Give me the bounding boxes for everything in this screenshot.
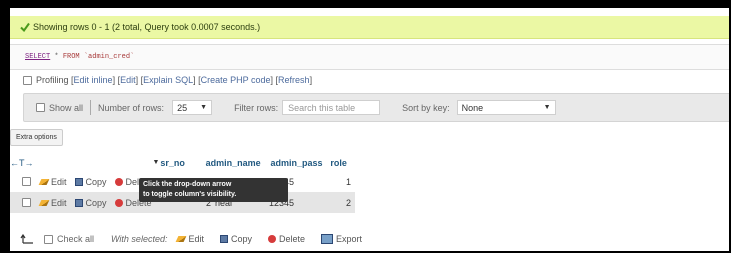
copy-icon (74, 198, 83, 207)
delete-icon (114, 198, 123, 207)
export-icon (321, 234, 334, 244)
delete-icon (114, 177, 123, 186)
column-toggle-icon[interactable]: ▼ (153, 159, 161, 166)
sql-query: SELECT * FROM `admin_cred` (25, 53, 135, 61)
column-header-sr-no[interactable]: sr_no (160, 158, 205, 168)
refresh-link[interactable]: Refresh (278, 75, 310, 85)
sort-label: Sort by key: (402, 102, 450, 113)
show-all-checkbox[interactable] (36, 103, 45, 112)
edit-button[interactable]: Edit (38, 198, 67, 208)
edit-button[interactable]: Edit (38, 177, 67, 187)
profiling-label: Profiling (36, 75, 69, 85)
arrow-up-icon (20, 234, 33, 244)
bulk-edit-button[interactable]: Edit (176, 234, 204, 244)
copy-button[interactable]: Copy (74, 198, 107, 208)
cell-role: 1 (345, 176, 351, 187)
sql-keyword-select[interactable]: SELECT (25, 53, 50, 61)
copy-icon (219, 235, 228, 243)
edit-inline-link[interactable]: Edit inline (74, 75, 113, 85)
success-message: Showing rows 0 - 1 (2 total, Query took … (10, 16, 729, 39)
pencil-icon (38, 199, 50, 206)
filter-search-input[interactable]: Search this table (282, 100, 381, 115)
row-checkbox[interactable] (22, 177, 31, 186)
check-all-checkbox[interactable] (44, 234, 53, 244)
explain-sql-link[interactable]: Explain SQL (143, 75, 193, 85)
check-all-label: Check all (57, 234, 95, 244)
column-header-role[interactable]: role (330, 158, 355, 168)
column-header-admin-pass[interactable]: admin_pass (270, 158, 330, 168)
with-selected-label: With selected: (111, 234, 168, 244)
profiling-checkbox[interactable] (23, 75, 32, 85)
bulk-export-button[interactable]: Export (321, 234, 362, 244)
pencil-icon (176, 236, 187, 242)
column-arrows[interactable]: ←T→ (10, 158, 153, 168)
query-links: Profiling [ Edit inline] [ Edit] [ Expla… (23, 75, 312, 85)
pencil-icon (38, 178, 50, 185)
chevron-down-icon: ▼ (200, 104, 208, 111)
chevron-down-icon: ▼ (543, 104, 551, 111)
navigation-bar: Show all Number of rows: 25 ▼ Filter row… (23, 93, 729, 122)
create-php-link[interactable]: Create PHP code (201, 75, 271, 85)
rows-select[interactable]: 25 ▼ (172, 100, 213, 115)
success-text: Showing rows 0 - 1 (2 total, Query took … (33, 22, 261, 32)
row-checkbox[interactable] (22, 198, 31, 207)
filter-label: Filter rows: (234, 102, 279, 113)
copy-button[interactable]: Copy (74, 177, 107, 187)
bulk-actions-bar: Check all With selected: Edit Copy Delet… (20, 234, 370, 244)
rows-label: Number of rows: (98, 102, 165, 113)
column-visibility-tooltip: Click the drop-down arrow to toggle colu… (139, 178, 288, 202)
table-header: ←T→ ▼ sr_no admin_name admin_pass role (10, 154, 355, 171)
bulk-delete-button[interactable]: Delete (268, 234, 305, 244)
results-panel: Showing rows 0 - 1 (2 total, Query took … (10, 8, 729, 251)
sort-select[interactable]: None ▼ (456, 100, 556, 115)
check-icon (20, 22, 30, 32)
delete-icon (268, 235, 276, 243)
extra-options-button[interactable]: Extra options (10, 129, 63, 146)
copy-icon (74, 177, 83, 186)
column-header-admin-name[interactable]: admin_name (206, 158, 271, 168)
bulk-copy-button[interactable]: Copy (219, 234, 252, 244)
cell-role: 2 (345, 197, 351, 208)
edit-link[interactable]: Edit (120, 75, 136, 85)
show-all-label: Show all (49, 102, 84, 113)
sql-query-box: SELECT * FROM `admin_cred` (10, 44, 729, 70)
